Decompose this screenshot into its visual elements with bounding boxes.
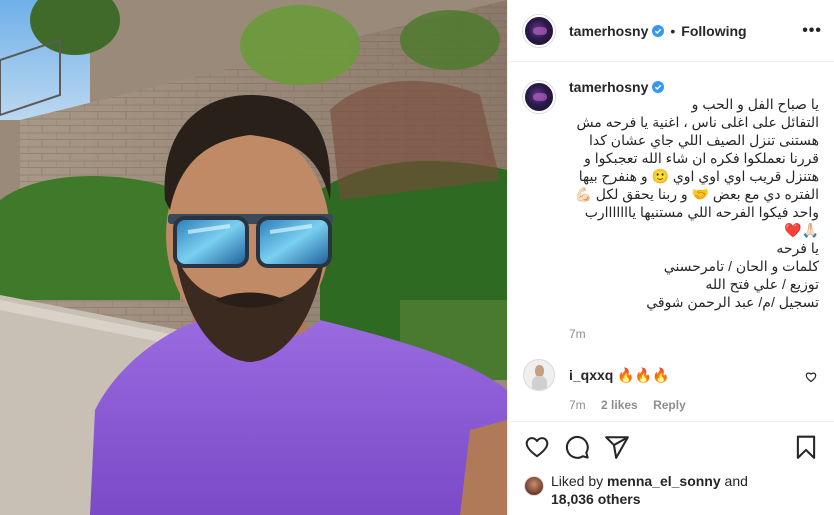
post-header: tamerhosny • Following ••• (508, 0, 834, 62)
post-side-panel: tamerhosny • Following ••• tamerhosny يا… (507, 0, 834, 515)
verified-icon (652, 24, 665, 37)
author-username[interactable]: tamerhosny (569, 23, 648, 39)
caption-body: tamerhosny يا صباح الفل و الحب و التفائل… (569, 79, 819, 341)
caption-author-avatar[interactable] (523, 81, 555, 113)
commenter-username[interactable]: i_qxxq (569, 367, 613, 383)
more-options-button[interactable]: ••• (802, 22, 822, 40)
share-icon[interactable] (604, 434, 630, 460)
action-icons (524, 422, 819, 472)
likes-and: and (724, 473, 748, 489)
post-photo[interactable] (0, 0, 507, 515)
comment-item: i_qxxq 🔥🔥🔥 7m 2 likes Reply (523, 359, 819, 412)
caption-username[interactable]: tamerhosny (569, 79, 648, 95)
header-separator: • (670, 22, 676, 39)
likes-summary: Liked by menna_el_sonny and 18,036 other… (524, 472, 819, 508)
caption-text: يا صباح الفل و الحب و التفائل على اغلى ن… (574, 96, 819, 310)
comment-icon[interactable] (564, 434, 590, 460)
author-avatar[interactable] (523, 14, 555, 47)
likes-others[interactable]: 18,036 others (551, 491, 641, 507)
comment-meta: 7m 2 likes Reply (569, 398, 698, 412)
likes-text: Liked by menna_el_sonny and 18,036 other… (551, 472, 748, 508)
comment-text: 🔥🔥🔥 (617, 367, 670, 383)
comment-line: i_qxxq 🔥🔥🔥 (569, 366, 698, 384)
instagram-post: tamerhosny • Following ••• tamerhosny يا… (0, 0, 834, 515)
commenter-avatar[interactable] (523, 359, 555, 391)
comment-body: i_qxxq 🔥🔥🔥 7m 2 likes Reply (569, 359, 698, 412)
likes-prefix: Liked by (551, 473, 604, 489)
bookmark-icon[interactable] (793, 434, 819, 460)
caption: tamerhosny يا صباح الفل و الحب و التفائل… (523, 79, 819, 341)
comment-heart-icon[interactable] (805, 371, 817, 383)
comment-time[interactable]: 7m (569, 398, 586, 412)
reply-button[interactable]: Reply (653, 398, 686, 412)
liker-username[interactable]: menna_el_sonny (607, 473, 721, 489)
heart-icon[interactable] (524, 434, 550, 460)
caption-time[interactable]: 7m (569, 327, 819, 341)
comment-likes[interactable]: 2 likes (601, 398, 638, 412)
comments-section[interactable]: tamerhosny يا صباح الفل و الحب و التفائل… (508, 63, 834, 421)
liker-avatar[interactable] (524, 476, 544, 496)
post-actions: Liked by menna_el_sonny and 18,036 other… (508, 421, 834, 515)
following-button[interactable]: Following (681, 23, 746, 39)
verified-icon (652, 81, 665, 93)
selfie-image (0, 0, 507, 515)
